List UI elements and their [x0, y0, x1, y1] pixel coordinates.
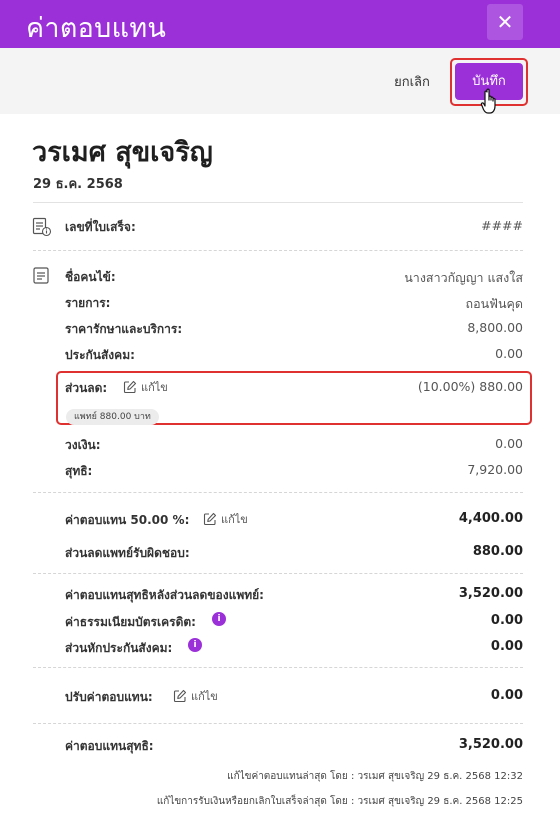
- final-compensation-label: ค่าตอบแทนสุทธิ:: [65, 739, 154, 753]
- patient-name: วรเมศ สุขเจริญ: [32, 137, 213, 168]
- divider: [33, 723, 523, 724]
- receipt-number-value: ####: [481, 218, 523, 233]
- modal-title: ค่าตอบแทน: [26, 13, 167, 44]
- doctor-discount-value: 880.00: [472, 544, 523, 559]
- adjust-compensation-value: 0.00: [490, 688, 523, 703]
- treatment-price-label: ราคารักษาและบริการ:: [65, 322, 183, 336]
- net-label: สุทธิ:: [65, 464, 93, 478]
- patient-name-value: นางสาวกัญญา แสงใส: [404, 270, 523, 285]
- discount-edit-button[interactable]: แก้ไข: [123, 378, 168, 396]
- cancel-button[interactable]: ยกเลิก: [384, 70, 440, 96]
- receipt-number-label: เลขที่ใบเสร็จ:: [65, 220, 136, 234]
- last-edit-compensation: แก้ไขค่าตอบแทนล่าสุด โดย : วรเมศ สุขเจริ…: [227, 771, 523, 782]
- modal-header: ค่าตอบแทน ✕: [0, 0, 560, 48]
- divider: [33, 250, 523, 251]
- net-after-discount-value: 3,520.00: [458, 586, 523, 601]
- item-value: ถอนฟันคุด: [465, 296, 524, 311]
- compensation-edit-button[interactable]: แก้ไข: [203, 510, 248, 528]
- item-label: รายการ:: [65, 296, 111, 310]
- divider: [33, 202, 523, 203]
- final-compensation-value: 3,520.00: [458, 737, 523, 752]
- patient-name-label: ชื่อคนไข้:: [65, 270, 116, 284]
- adjust-compensation-label: ปรับค่าตอบแทน:: [65, 690, 153, 704]
- discount-value: (10.00%) 880.00: [417, 379, 523, 394]
- ss-deduction-value: 0.00: [490, 639, 523, 654]
- doctor-discount-pill: แพทย์ 880.00 บาท: [66, 409, 159, 425]
- credit-label: วงเงิน:: [65, 438, 101, 452]
- divider: [33, 667, 523, 668]
- doctor-discount-label: ส่วนลดแพทย์รับผิดชอบ:: [65, 546, 190, 560]
- document-icon: [33, 267, 49, 284]
- edit-icon: [203, 512, 217, 526]
- last-edit-payment: แก้ไขการรับเงินหรือยกเลิกใบเสร็จล่าสุด โ…: [156, 796, 523, 807]
- divider: [33, 573, 523, 574]
- net-value: 7,920.00: [467, 462, 523, 477]
- ss-deduction-label: ส่วนหักประกันสังคม:: [65, 641, 173, 655]
- social-security-value: 0.00: [495, 346, 523, 361]
- edit-icon: [173, 689, 187, 703]
- compensation-rate-value: 4,400.00: [458, 511, 523, 526]
- compensation-rate-label: ค่าตอบแทน 50.00 %:: [65, 513, 190, 527]
- hand-cursor-icon: [480, 88, 496, 114]
- discount-label: ส่วนลด:: [65, 381, 108, 395]
- treatment-price-value: 8,800.00: [467, 320, 523, 335]
- compensation-edit-label: แก้ไข: [221, 513, 248, 526]
- net-after-discount-label: ค่าตอบแทนสุทธิหลังส่วนลดของแพทย์:: [65, 588, 264, 602]
- credit-value: 0.00: [495, 436, 523, 451]
- social-security-label: ประกันสังคม:: [65, 348, 135, 362]
- card-fee-label: ค่าธรรมเนียมบัตรเครดิต:: [65, 615, 196, 629]
- close-button[interactable]: ✕: [487, 4, 523, 40]
- discount-edit-label: แก้ไข: [141, 381, 168, 394]
- adjust-edit-label: แก้ไข: [191, 690, 218, 703]
- receipt-info-icon: [32, 217, 52, 237]
- adjust-edit-button[interactable]: แก้ไข: [173, 687, 218, 705]
- divider: [33, 492, 523, 493]
- info-icon[interactable]: i: [188, 638, 202, 652]
- info-icon[interactable]: i: [212, 612, 226, 626]
- card-fee-value: 0.00: [490, 613, 523, 628]
- visit-date: 29 ธ.ค. 2568: [33, 177, 123, 192]
- edit-icon: [123, 380, 137, 394]
